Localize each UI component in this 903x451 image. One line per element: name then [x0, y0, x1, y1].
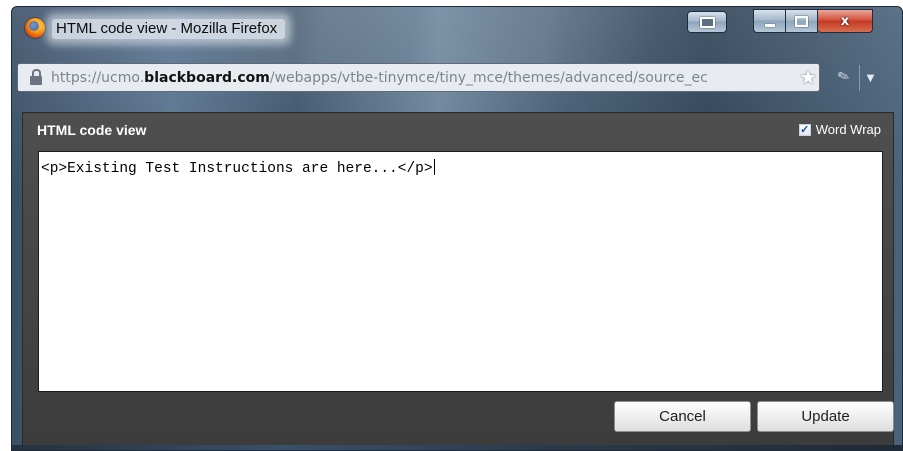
word-wrap-label: Word Wrap: [815, 122, 881, 137]
word-wrap-checkbox[interactable]: ✓: [798, 123, 811, 136]
tile-windows-button[interactable]: [687, 11, 727, 33]
word-wrap-toggle[interactable]: ✓ Word Wrap: [798, 122, 881, 137]
dialog-title: HTML code view: [37, 122, 147, 138]
minimize-button[interactable]: [753, 9, 786, 33]
maximize-button[interactable]: [786, 9, 818, 33]
star-icon[interactable]: ★: [799, 66, 817, 88]
menu-dropdown-button[interactable]: ▼: [859, 65, 881, 91]
tile-icon: [699, 16, 715, 28]
code-text: <p>Existing Test Instructions are here..…: [41, 161, 433, 177]
puzzle-icon[interactable]: ✎: [836, 67, 852, 86]
update-button[interactable]: Update: [757, 401, 894, 432]
text-caret: [433, 159, 435, 175]
firefox-icon[interactable]: [25, 18, 45, 38]
cancel-button[interactable]: Cancel: [614, 401, 751, 432]
url-bar[interactable]: https://ucmo.blackboard.com/webapps/vtbe…: [17, 63, 820, 92]
html-source-editor[interactable]: <p>Existing Test Instructions are here..…: [38, 151, 883, 392]
window-bottom-edge: [12, 445, 902, 450]
title-bar: HTML code view - Mozilla Firefox x: [12, 7, 902, 51]
minimize-icon: [764, 23, 775, 27]
maximize-icon: [795, 15, 808, 27]
lock-icon: [30, 68, 42, 85]
window-title: HTML code view - Mozilla Firefox: [52, 19, 286, 39]
firefox-window: HTML code view - Mozilla Firefox x https…: [11, 6, 903, 451]
close-icon: x: [840, 13, 850, 29]
close-button[interactable]: x: [818, 9, 873, 33]
url-text[interactable]: https://ucmo.blackboard.com/webapps/vtbe…: [51, 70, 786, 86]
chevron-down-icon: ▼: [866, 72, 875, 84]
